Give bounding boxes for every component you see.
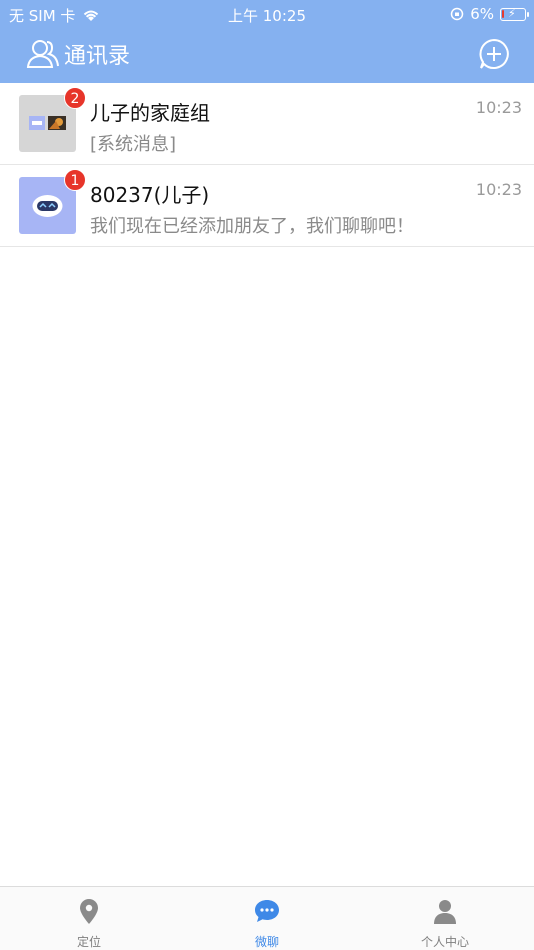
contacts-icon [26,40,59,68]
person-icon [434,900,456,924]
header: 无 SIM 卡 上午 10:25 6% ⚡ 通讯录 [0,0,534,83]
conversation-list: 2 儿子的家庭组 [系统消息] 10:23 1 80237(儿子) 我们现在已经… [0,83,534,247]
conversation-name: 80237(儿子) [90,183,210,207]
tab-profile[interactable]: 个人中心 [356,887,534,950]
battery-icon: ⚡ [500,7,529,21]
add-chat-icon[interactable] [478,38,510,70]
rotation-lock-icon [450,7,464,21]
contacts-button[interactable]: 通讯录 [26,38,130,70]
nav-bar: 通讯录 [0,28,534,83]
conversation-item[interactable]: 2 儿子的家庭组 [系统消息] 10:23 [0,83,534,165]
conversation-time: 10:23 [475,98,522,117]
tab-location[interactable]: 定位 [0,887,178,950]
tab-label: 个人中心 [420,935,469,949]
unread-badge: 2 [64,87,86,109]
status-bar: 无 SIM 卡 上午 10:25 6% ⚡ [0,0,534,28]
tab-label: 微聊 [254,935,279,949]
tab-chat[interactable]: 微聊 [178,887,356,950]
conversation-preview: 我们现在已经添加朋友了，我们聊聊吧！ [90,216,414,237]
battery-percent: 6% [470,5,494,23]
group-avatar: 2 [19,87,86,152]
unread-badge: 1 [64,169,86,191]
tab-label: 定位 [76,935,101,949]
contact-avatar: 1 [19,169,86,234]
screen: 无 SIM 卡 上午 10:25 6% ⚡ 通讯录 2 儿子的家庭组 [系统消息… [0,0,534,950]
status-right: 6% ⚡ [450,5,529,23]
tab-bar: 定位 微聊 个人中心 [0,886,534,950]
conversation-preview: [系统消息] [90,134,177,155]
conversation-item[interactable]: 1 80237(儿子) 我们现在已经添加朋友了，我们聊聊吧！ 10:23 [0,165,534,247]
conversation-name: 儿子的家庭组 [90,101,210,125]
location-pin-icon [80,899,98,924]
conversation-time: 10:23 [475,180,522,199]
page-title: 通讯录 [64,44,131,69]
chat-bubble-icon [255,900,279,922]
